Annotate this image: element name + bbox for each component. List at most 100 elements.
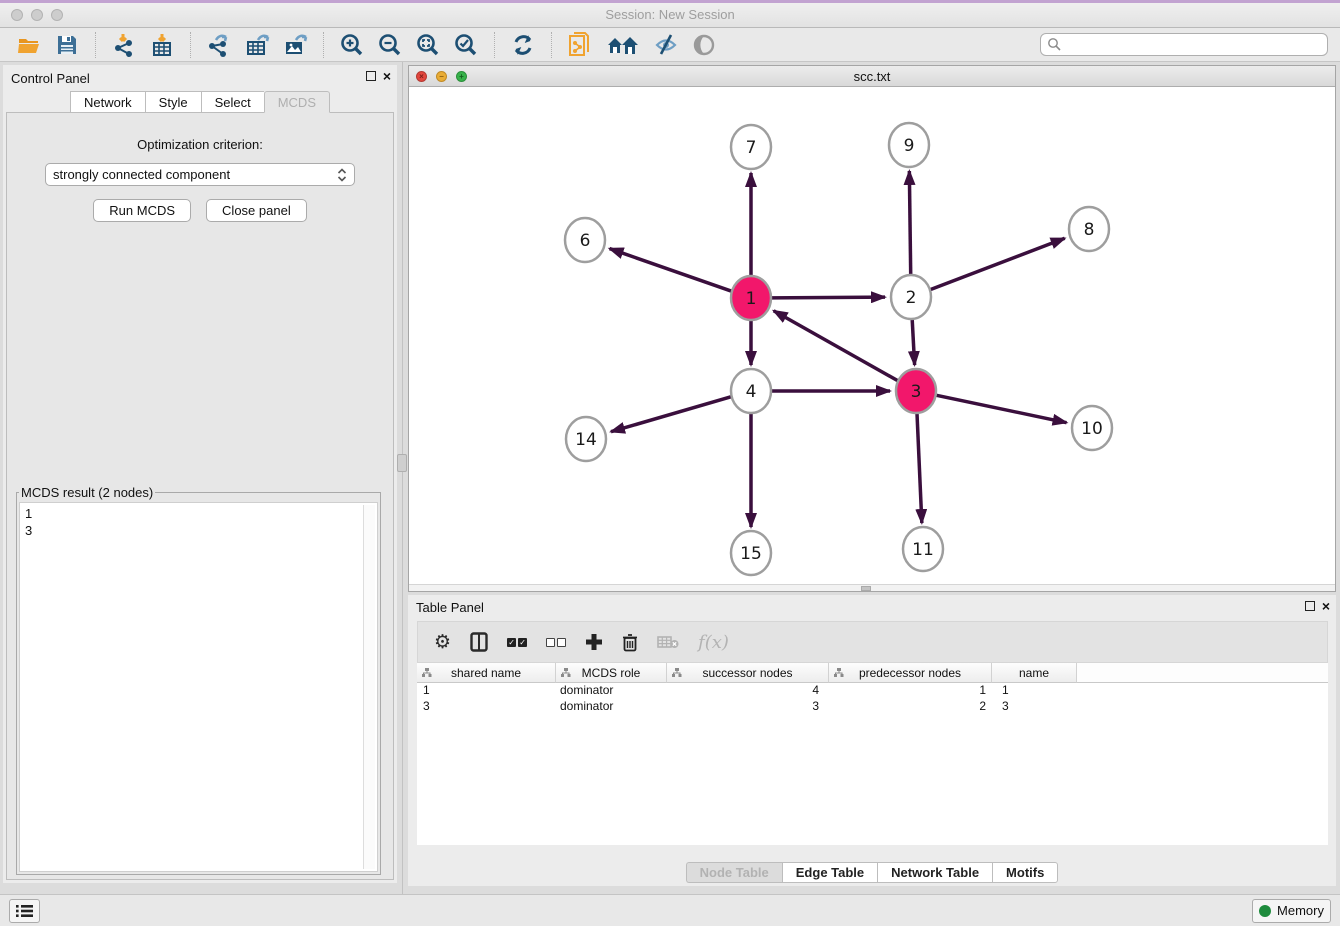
open-file-button[interactable] bbox=[14, 31, 44, 59]
close-panel-button[interactable]: Close panel bbox=[206, 199, 307, 222]
node-2[interactable]: 2 bbox=[891, 275, 931, 319]
node-7[interactable]: 7 bbox=[731, 125, 771, 169]
node-14[interactable]: 14 bbox=[566, 417, 606, 461]
network-window-titlebar[interactable]: × − + scc.txt bbox=[409, 66, 1335, 87]
search-icon bbox=[1047, 37, 1062, 52]
edge-3-10[interactable] bbox=[937, 395, 1067, 422]
criterion-select[interactable]: strongly connected component bbox=[45, 163, 355, 186]
unselect-all-columns-button[interactable] bbox=[546, 638, 566, 647]
memory-label: Memory bbox=[1277, 903, 1324, 918]
zoom-fit-button[interactable] bbox=[413, 31, 443, 59]
node-8[interactable]: 8 bbox=[1069, 207, 1109, 251]
tab-network[interactable]: Network bbox=[70, 91, 145, 113]
hide-selected-button[interactable] bbox=[651, 31, 681, 59]
table-row[interactable]: 1 dominator 4 1 1 bbox=[417, 683, 1328, 699]
run-mcds-button[interactable]: Run MCDS bbox=[93, 199, 191, 222]
edge-1-2[interactable] bbox=[772, 297, 885, 298]
zoom-out-button[interactable] bbox=[375, 31, 405, 59]
task-history-button[interactable] bbox=[9, 899, 40, 923]
network-hscrollbar-handle[interactable] bbox=[861, 586, 871, 591]
edge-2-9[interactable] bbox=[909, 171, 910, 276]
column-header-predecessor-nodes[interactable]: predecessor nodes bbox=[829, 663, 992, 683]
cell-shared-name[interactable]: 3 bbox=[417, 699, 556, 715]
network-canvas[interactable]: 1 2 3 4 6 7 8 9 10 11 14 15 bbox=[409, 87, 1335, 584]
edge-4-14[interactable] bbox=[611, 397, 731, 432]
function-builder-button[interactable]: f(x) bbox=[698, 632, 729, 653]
edge-2-8[interactable] bbox=[931, 238, 1065, 289]
eye-icon bbox=[691, 32, 717, 58]
node-1[interactable]: 1 bbox=[731, 276, 771, 320]
cell-name[interactable]: 3 bbox=[992, 699, 1077, 715]
save-floppy-icon bbox=[56, 34, 78, 56]
save-session-button[interactable] bbox=[52, 31, 82, 59]
mcds-result-title: MCDS result (2 nodes) bbox=[19, 485, 155, 500]
column-header-name[interactable]: name bbox=[992, 663, 1077, 683]
mcds-result-text[interactable]: 1 3 bbox=[19, 502, 378, 872]
import-table-button[interactable] bbox=[147, 31, 177, 59]
node-6[interactable]: 6 bbox=[565, 218, 605, 262]
cell-shared-name[interactable]: 1 bbox=[417, 683, 556, 699]
table-row[interactable]: 3 dominator 3 2 3 bbox=[417, 699, 1328, 715]
node-label: 6 bbox=[580, 231, 591, 251]
node-3[interactable]: 3 bbox=[896, 369, 936, 413]
node-4[interactable]: 4 bbox=[731, 369, 771, 413]
column-label: predecessor nodes bbox=[859, 666, 961, 680]
import-network-button[interactable] bbox=[109, 31, 139, 59]
close-panel-icon[interactable]: × bbox=[383, 70, 391, 82]
show-all-button[interactable] bbox=[689, 31, 719, 59]
main-toolbar bbox=[0, 28, 1340, 62]
edge-2-3[interactable] bbox=[912, 318, 915, 365]
panel-divider-grip[interactable] bbox=[397, 454, 407, 472]
edge-1-6[interactable] bbox=[610, 249, 732, 291]
table-options-button[interactable]: ⚙ bbox=[434, 631, 451, 653]
result-line: 3 bbox=[25, 522, 372, 539]
export-table-button[interactable] bbox=[242, 31, 272, 59]
node-11[interactable]: 11 bbox=[903, 527, 943, 571]
cell-predecessor-nodes[interactable]: 2 bbox=[829, 699, 992, 715]
memory-button[interactable]: Memory bbox=[1252, 899, 1331, 923]
cell-successor-nodes[interactable]: 3 bbox=[667, 699, 829, 715]
tab-select[interactable]: Select bbox=[201, 91, 264, 113]
column-header-successor-nodes[interactable]: successor nodes bbox=[667, 663, 829, 683]
new-network-from-selection-button[interactable] bbox=[565, 31, 595, 59]
tab-network-table[interactable]: Network Table bbox=[877, 862, 992, 883]
node-15[interactable]: 15 bbox=[731, 531, 771, 575]
result-scrollbar[interactable] bbox=[363, 505, 375, 869]
first-neighbors-button[interactable] bbox=[603, 31, 643, 59]
node-9[interactable]: 9 bbox=[889, 123, 929, 167]
create-column-button[interactable] bbox=[585, 633, 603, 651]
tab-node-table[interactable]: Node Table bbox=[686, 862, 782, 883]
toolbar-search bbox=[1040, 33, 1328, 56]
delete-columns-button[interactable] bbox=[622, 633, 638, 652]
zoom-selected-icon bbox=[453, 32, 479, 58]
zoom-in-icon bbox=[339, 32, 365, 58]
zoom-in-button[interactable] bbox=[337, 31, 367, 59]
column-header-mcds-role[interactable]: MCDS role bbox=[556, 663, 667, 683]
cell-successor-nodes[interactable]: 4 bbox=[667, 683, 829, 699]
search-input[interactable] bbox=[1066, 38, 1327, 52]
export-image-button[interactable] bbox=[280, 31, 310, 59]
cell-name[interactable]: 1 bbox=[992, 683, 1077, 699]
tab-motifs[interactable]: Motifs bbox=[992, 862, 1058, 883]
edge-3-1[interactable] bbox=[774, 311, 898, 381]
delete-table-button[interactable] bbox=[657, 635, 679, 649]
float-table-panel-icon[interactable] bbox=[1305, 601, 1315, 611]
float-panel-icon[interactable] bbox=[366, 71, 376, 81]
zoom-selected-button[interactable] bbox=[451, 31, 481, 59]
network-hscrollbar[interactable] bbox=[409, 584, 1335, 591]
close-table-panel-icon[interactable]: × bbox=[1322, 600, 1330, 612]
tab-mcds[interactable]: MCDS bbox=[264, 91, 330, 113]
apply-layout-button[interactable] bbox=[508, 31, 538, 59]
cell-predecessor-nodes[interactable]: 1 bbox=[829, 683, 992, 699]
tree-icon bbox=[422, 668, 432, 678]
select-all-columns-button[interactable]: ✓ ✓ bbox=[507, 638, 527, 647]
edge-3-11[interactable] bbox=[917, 412, 922, 523]
column-header-shared-name[interactable]: shared name bbox=[417, 663, 556, 683]
tab-style[interactable]: Style bbox=[145, 91, 201, 113]
tab-edge-table[interactable]: Edge Table bbox=[782, 862, 877, 883]
cell-mcds-role[interactable]: dominator bbox=[556, 683, 667, 699]
export-network-button[interactable] bbox=[204, 31, 234, 59]
cell-mcds-role[interactable]: dominator bbox=[556, 699, 667, 715]
node-10[interactable]: 10 bbox=[1072, 406, 1112, 450]
show-column-button[interactable] bbox=[470, 632, 488, 652]
